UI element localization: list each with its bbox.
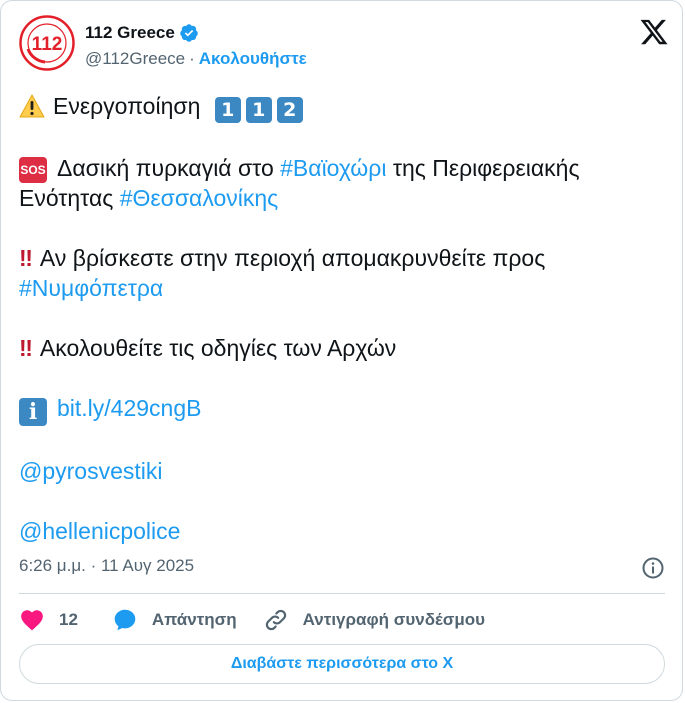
tweet-line-link: i bit.ly/429cngB (19, 393, 669, 426)
hashtag-thessaloniki[interactable]: #Θεσσαλονίκης (120, 185, 279, 211)
mention-pyrosvestiki[interactable]: @pyrosvestiki (19, 458, 163, 484)
instructions-text: Ακολουθείτε τις οδηγίες των Αρχών (39, 335, 397, 361)
link-icon (265, 609, 286, 631)
reply-label: Απάντηση (151, 610, 237, 629)
keycap-1-icon: 1 (245, 97, 272, 123)
display-name[interactable]: 112 Greece (85, 23, 175, 43)
tweet-line-evacuate: ‼ Αν βρίσκεστε στην περιοχή απομακρυνθείτ… (19, 243, 669, 303)
information-icon: i (19, 398, 47, 426)
action-bar: 12 Απάντηση Αντιγραφή συνδέσμου (19, 605, 485, 635)
follow-button[interactable]: Ακολουθήστε (199, 49, 307, 69)
short-link[interactable]: bit.ly/429cngB (57, 395, 201, 421)
112-logo-icon: 112 (19, 15, 75, 71)
tweet-line-mention1: @pyrosvestiki (19, 456, 669, 486)
tweet-meta: 6:26 μ.μ. · 11 Αυγ 2025 (19, 556, 665, 582)
avatar[interactable]: 112 (19, 15, 75, 71)
divider (19, 593, 665, 594)
evacuate-text: Αν βρίσκεστε στην περιοχή απομακρυνθείτε… (39, 245, 546, 271)
copy-link-button[interactable]: Αντιγραφή συνδέσμου (263, 607, 485, 633)
info-circle-icon[interactable] (641, 556, 665, 580)
hashtag-vaiochori[interactable]: #Βαϊοχώρι (280, 155, 386, 181)
reply-bubble-icon (114, 609, 136, 631)
keycap-1-icon: 1 (214, 97, 241, 123)
verified-badge-icon (180, 24, 198, 42)
svg-text:112: 112 (32, 34, 63, 55)
timestamp[interactable]: 6:26 μ.μ. · 11 Αυγ 2025 (19, 556, 194, 575)
reply-button[interactable]: Απάντηση (112, 607, 237, 633)
tweet-line-activation: Ενεργοποίηση 112 (19, 91, 669, 123)
name-row: 112 Greece (85, 23, 199, 43)
handle-row: @112Greece · Ακολουθήστε (85, 49, 307, 69)
read-more-button[interactable]: Διαβάστε περισσότερα στο X (19, 644, 665, 684)
keycap-2-icon: 2 (276, 97, 303, 123)
heart-icon (21, 610, 43, 631)
tweet-line-mention2: @hellenicpolice (19, 516, 669, 546)
fire-text-before: Δασική πυρκαγιά στο (57, 155, 281, 181)
sos-icon: SOS (19, 157, 47, 183)
tweet-body: Ενεργοποίηση 112 SOS Δασική πυρκαγιά στο … (19, 91, 669, 576)
x-logo-icon[interactable] (639, 17, 669, 47)
tweet-header: 112 112 Greece @112Greece · Ακολουθήστε (19, 15, 669, 75)
like-count: 12 (59, 610, 78, 629)
tweet-line-instructions: ‼ Ακολουθείτε τις οδηγίες των Αρχών (19, 333, 669, 363)
tweet-line-fire: SOS Δασική πυρκαγιά στο #Βαϊοχώρι της Περ… (19, 153, 669, 213)
like-button[interactable]: 12 (19, 607, 78, 633)
hashtag-nymfopetra[interactable]: #Νυμφόπετρα (19, 275, 163, 301)
separator-dot: · (189, 49, 195, 68)
copy-link-label: Αντιγραφή συνδέσμου (302, 610, 486, 629)
double-exclamation-icon: ‼ (19, 335, 33, 361)
double-exclamation-icon: ‼ (19, 245, 33, 271)
handle[interactable]: @112Greece (85, 49, 185, 69)
tweet-card: 112 112 Greece @112Greece · Ακολουθήστε (0, 0, 683, 701)
warning-icon (19, 94, 45, 118)
activation-text: Ενεργοποίηση (53, 93, 201, 119)
mention-hellenicpolice[interactable]: @hellenicpolice (19, 518, 180, 544)
